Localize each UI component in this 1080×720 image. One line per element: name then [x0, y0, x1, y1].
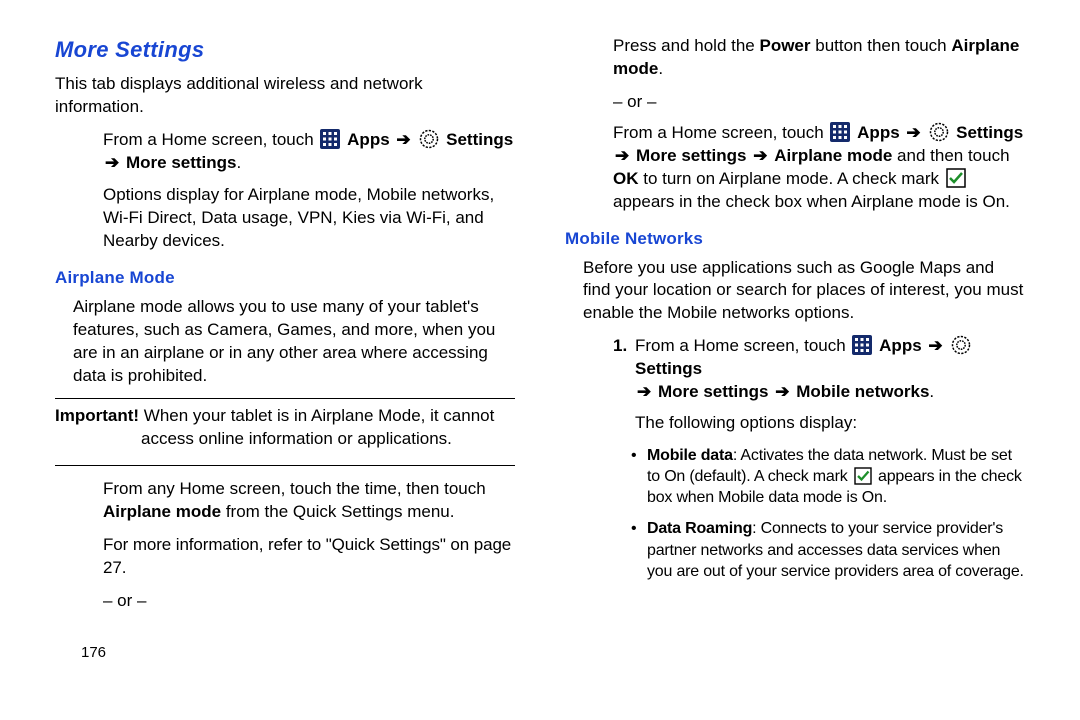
manual-page: More Settings This tab displays addition… — [0, 0, 1080, 720]
apps-label: Apps — [347, 130, 390, 149]
more-settings-label: More settings — [126, 153, 237, 172]
dot: . — [658, 59, 663, 78]
r1: For more information, refer to — [103, 535, 326, 554]
settings-label: Settings — [446, 130, 513, 149]
settings-icon — [929, 122, 949, 142]
quick-settings: "Quick Settings" — [326, 535, 446, 554]
airplane-bold2: Airplane mode — [774, 146, 892, 165]
step-block: From a Home screen, touch Apps ➔ Setting… — [103, 129, 515, 254]
arrow-icon: ➔ — [753, 146, 767, 165]
b2-bold: Data Roaming — [647, 520, 752, 537]
important-label: Important! — [55, 406, 139, 425]
page-number: 176 — [81, 643, 515, 663]
important-line2: access online information or application… — [141, 428, 515, 451]
press-hold-block: Press and hold the Power button then tou… — [613, 35, 1025, 81]
apps-label: Apps — [879, 336, 922, 355]
t1: Press and hold the — [613, 36, 759, 55]
t2: from the Quick Settings menu. — [226, 502, 455, 521]
numbered-step-1: 1. From a Home screen, touch Apps ➔ Sett… — [613, 335, 1025, 435]
from-home-line: From a Home screen, touch Apps ➔ Setting… — [613, 122, 1025, 214]
intro-para: This tab displays additional wireless an… — [55, 73, 515, 119]
ok-bold: OK — [613, 169, 639, 188]
rule-top — [55, 398, 515, 399]
arrow-icon: ➔ — [906, 123, 920, 142]
dot: . — [929, 382, 934, 401]
arrow-icon: ➔ — [928, 336, 942, 355]
apps-icon — [852, 335, 872, 355]
num-1: 1. — [613, 335, 627, 358]
from-home-block: From a Home screen, touch Apps ➔ Setting… — [613, 122, 1025, 214]
heading-more-settings: More Settings — [55, 35, 515, 65]
t1: From a Home screen, touch — [613, 123, 828, 142]
apps-icon — [830, 122, 850, 142]
appears: appears in the check box when Airplane m… — [613, 192, 1010, 211]
period: . — [237, 153, 242, 172]
options-para: Options display for Airplane mode, Mobil… — [103, 184, 515, 253]
settings-icon — [951, 335, 971, 355]
airplane-para: Airplane mode allows you to use many of … — [73, 296, 515, 388]
t2: button then touch — [811, 36, 952, 55]
following-options: The following options display: — [635, 412, 1025, 435]
important-block: Important! When your tablet is in Airpla… — [55, 405, 515, 455]
checkmark-icon — [946, 168, 966, 188]
arrow-icon: ➔ — [105, 153, 119, 172]
power-bold: Power — [759, 36, 810, 55]
t1: From any Home screen, touch the time, th… — [103, 479, 486, 498]
important-line1: Important! When your tablet is in Airpla… — [55, 405, 515, 428]
step-from-home: From a Home screen, touch Apps ➔ Setting… — [103, 129, 515, 175]
bullet-data-roaming: Data Roaming: Connects to your service p… — [633, 518, 1025, 581]
settings-icon — [419, 129, 439, 149]
arrow-icon: ➔ — [637, 382, 651, 401]
text: From a Home screen, touch — [103, 130, 318, 149]
checkmark-icon — [854, 467, 872, 485]
settings-label: Settings — [635, 359, 702, 378]
heading-airplane-mode: Airplane Mode — [55, 267, 515, 290]
more-settings-label: More settings — [636, 146, 747, 165]
arrow-icon: ➔ — [775, 382, 789, 401]
important-text-1: When your tablet is in Airplane Mode, it… — [139, 406, 494, 425]
bullet-mobile-data: Mobile data: Activates the data network.… — [633, 445, 1025, 508]
mobile-networks-bold: Mobile networks — [796, 382, 929, 401]
and-touch: and then touch — [892, 146, 1009, 165]
press-hold: Press and hold the Power button then tou… — [613, 35, 1025, 81]
t1: From a Home screen, touch — [635, 336, 850, 355]
right-column: Press and hold the Power button then tou… — [540, 35, 1050, 720]
settings-label: Settings — [956, 123, 1023, 142]
arrow-icon: ➔ — [396, 130, 410, 149]
or-divider-2: – or – — [613, 91, 1025, 114]
apps-icon — [320, 129, 340, 149]
heading-mobile-networks: Mobile Networks — [565, 228, 1025, 251]
arrow-icon: ➔ — [615, 146, 629, 165]
airplane-mode-bold: Airplane mode — [103, 502, 221, 521]
mobile-intro: Before you use applications such as Goog… — [583, 257, 1025, 326]
b1-bold: Mobile data — [647, 447, 733, 464]
or-divider: – or – — [103, 590, 515, 613]
from-any-home: From any Home screen, touch the time, th… — [103, 478, 515, 524]
left-column: More Settings This tab displays addition… — [30, 35, 540, 720]
to-turn-on: to turn on Airplane mode. A check mark — [639, 169, 944, 188]
more-settings-label: More settings — [658, 382, 769, 401]
apps-label: Apps — [857, 123, 900, 142]
refer-para: For more information, refer to "Quick Se… — [103, 534, 515, 580]
bullet-list: Mobile data: Activates the data network.… — [633, 445, 1025, 582]
rule-bottom — [55, 465, 515, 466]
from-any-home-block: From any Home screen, touch the time, th… — [103, 478, 515, 580]
